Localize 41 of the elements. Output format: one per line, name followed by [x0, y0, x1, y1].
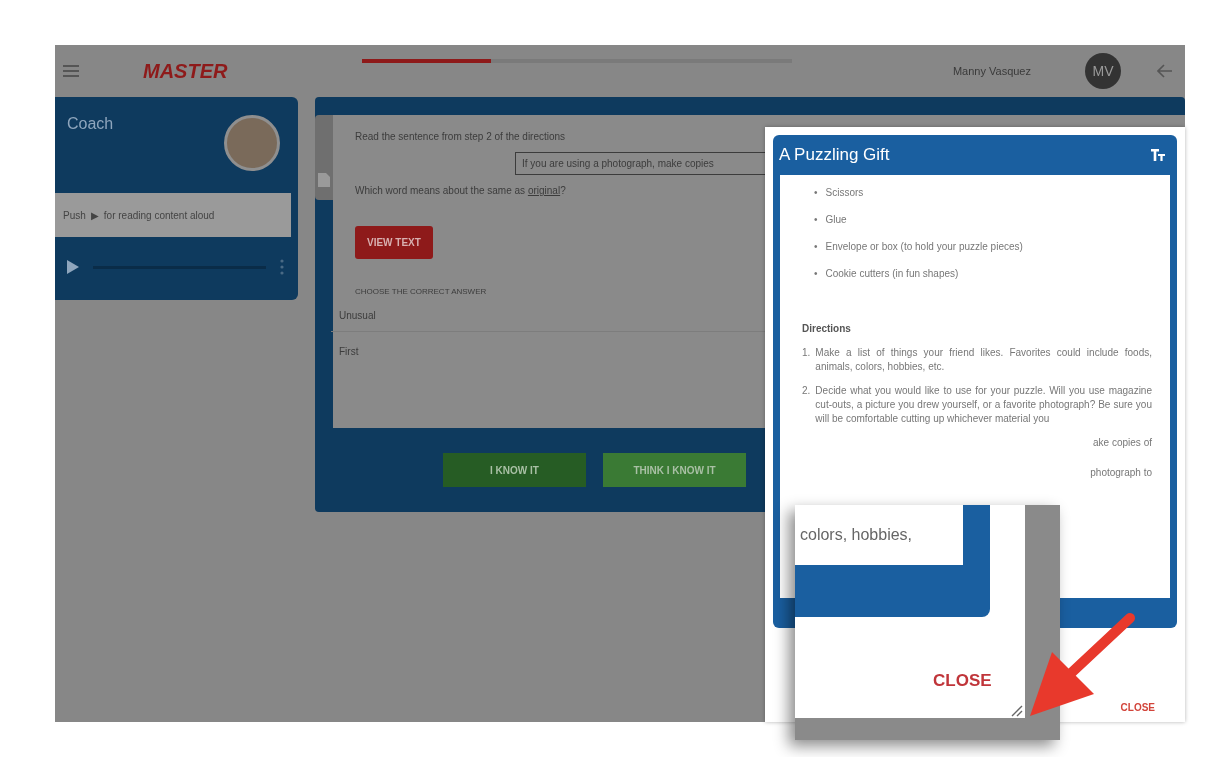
directions-heading: Directions	[802, 323, 852, 334]
hint-text: for reading content aloud	[103, 209, 215, 221]
instruction-text: Read the sentence from step 2 of the directions	[355, 131, 567, 142]
magnified-text: colors, hobbies,	[800, 526, 913, 544]
logo: MASTER	[143, 59, 229, 83]
user-name: Manny Vasquez	[952, 65, 1031, 77]
bullet-mark: •	[814, 241, 818, 252]
play-symbol: ▶	[90, 209, 99, 221]
bullet-mark: •	[814, 187, 818, 198]
direction-step: Make a list of things your friend likes. Favorites could include foods, animals, colors, hobbies, etc.	[815, 346, 1152, 374]
bullet-mark: •	[814, 214, 818, 225]
material-item: Envelope or box (to hold your puzzle pieces)	[825, 241, 1023, 252]
hint-text: Push	[63, 209, 86, 221]
photo-placeholder	[224, 115, 280, 171]
resize-handle-icon[interactable]	[1009, 703, 1023, 717]
term-link[interactable]: original	[527, 185, 561, 196]
note-icon	[318, 173, 330, 187]
step-text-fragment: ake copies of	[1092, 436, 1152, 450]
view-text-button[interactable]: VIEW TEXT	[355, 226, 433, 259]
material-item: Cookie cutters (in fun shapes)	[825, 268, 959, 279]
menu-icon[interactable]	[63, 65, 79, 77]
step-number: 1.	[802, 346, 811, 360]
direction-step: Decide what you would like to use for your puzzle. Will you use magazine cut-outs, a picture you drew yourself, or a favorite photograph? Be sure you will be comfortable cutting up whichever material you	[815, 384, 1152, 426]
side-tab[interactable]	[315, 115, 333, 200]
bullet-mark: •	[814, 268, 818, 279]
material-item: Glue	[825, 214, 847, 225]
confidence-button[interactable]: I KNOW IT	[443, 453, 586, 487]
more-icon[interactable]	[280, 259, 284, 275]
close-button[interactable]: CLOSE	[927, 670, 998, 692]
choose-label: CHOOSE THE CORRECT ANSWER	[355, 287, 488, 296]
close-button[interactable]: CLOSE	[1114, 701, 1161, 714]
user-avatar[interactable]: MV	[1085, 53, 1121, 89]
dialog-title: A Puzzling Gift	[779, 145, 890, 165]
step-number: 2.	[802, 384, 811, 398]
coach-title: Coach	[67, 115, 114, 134]
text-size-icon[interactable]	[1151, 149, 1165, 161]
material-item: Scissors	[825, 187, 864, 198]
play-icon[interactable]	[67, 260, 79, 274]
back-arrow-icon[interactable]	[1157, 64, 1173, 78]
confidence-button[interactable]: THINK I KNOW IT	[603, 453, 746, 487]
step-text-fragment: photograph to	[1089, 466, 1152, 480]
